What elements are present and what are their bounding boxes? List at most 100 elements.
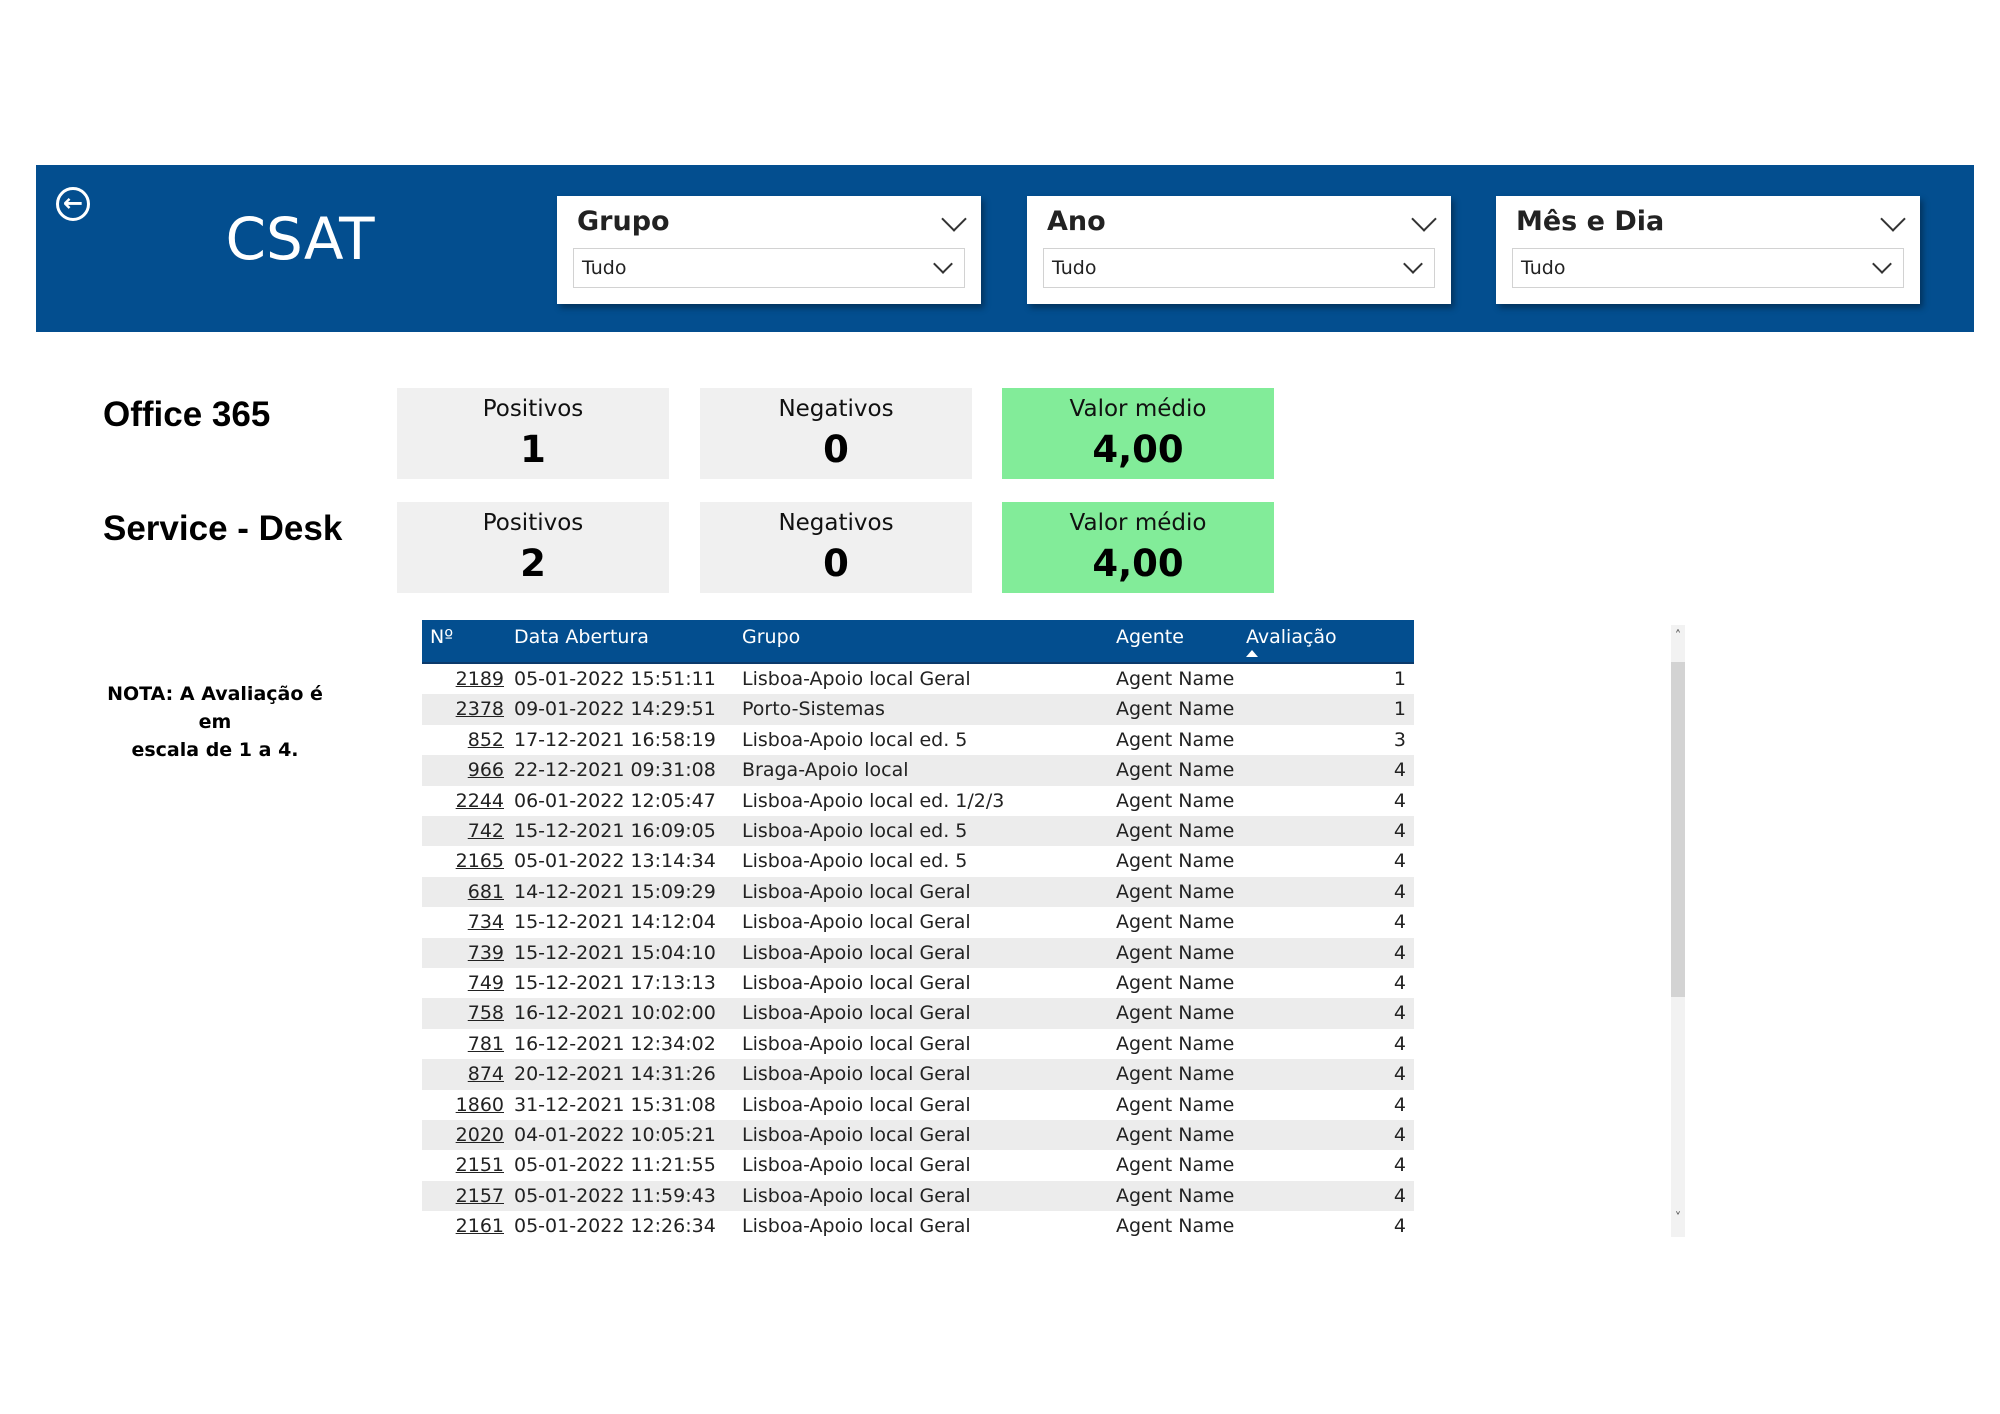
kpi-card-positivos: Positivos 2 [397,502,669,593]
back-arrow-icon[interactable]: ← [56,187,90,221]
row-rating: 4 [1393,911,1406,934]
table-row[interactable]: 758 16-12-2021 10:02:00 Lisboa-Apoio local… [422,998,1414,1029]
row-number-link[interactable]: 2244 [456,790,504,812]
row-group: Lisboa-Apoio local Geral [742,1032,971,1055]
table-row[interactable]: 2244 06-01-2022 12:05:47 Lisboa-Apoio loca… [422,786,1414,816]
slicer-dropdown[interactable]: Tudo [1043,248,1435,288]
slicer-value: Tudo [1052,257,1097,279]
row-number-link[interactable]: 2020 [456,1124,504,1146]
chevron-down-icon[interactable] [1880,206,1906,232]
row-rating: 4 [1393,1154,1406,1177]
column-header-no[interactable]: Nº [430,626,453,648]
chevron-down-icon[interactable] [941,206,967,232]
table-row[interactable]: 734 15-12-2021 14:12:04 Lisboa-Apoio local… [422,907,1414,937]
row-agent: Agent Name [1116,1184,1235,1207]
note-line: escala de 1 a 4. [131,739,299,761]
column-header-agente[interactable]: Agente [1116,626,1184,648]
row-number-link[interactable]: 739 [468,942,504,964]
row-number-link[interactable]: 2151 [456,1154,504,1176]
row-date: 15-12-2021 16:09:05 [514,820,716,842]
row-number-link[interactable]: 2189 [456,668,504,690]
slicer-dropdown[interactable]: Tudo [573,248,965,288]
table-row[interactable]: 781 16-12-2021 12:34:02 Lisboa-Apoio local… [422,1029,1414,1059]
row-number-link[interactable]: 758 [468,1002,504,1024]
row-agent: Agent Name [1116,972,1235,994]
section-label-service-desk: Service - Desk [103,509,343,548]
kpi-card-valor-medio: Valor médio 4,00 [1002,388,1274,479]
chevron-down-icon[interactable] [1403,254,1423,274]
slicer-value: Tudo [582,257,627,279]
row-number-link[interactable]: 966 [468,759,504,781]
table-header: Nº Data Abertura Grupo Agente Avaliação [422,620,1414,664]
scrollbar-thumb[interactable] [1671,662,1685,997]
row-group: Lisboa-Apoio local Geral [742,668,971,690]
table-row[interactable]: 2161 05-01-2022 12:26:34 Lisboa-Apoio loca… [422,1211,1414,1241]
slicer-title: Ano [1047,206,1106,237]
slicer-mes-dia[interactable]: Mês e Dia Tudo [1496,196,1920,304]
row-number-link[interactable]: 2378 [456,698,504,720]
row-rating: 4 [1393,941,1406,964]
table-row[interactable]: 2378 09-01-2022 14:29:51 Porto-Sistemas Age… [422,694,1414,725]
row-number-link[interactable]: 2161 [456,1215,504,1237]
chevron-down-icon[interactable] [933,254,953,274]
row-rating: 4 [1393,789,1406,812]
row-rating: 3 [1393,728,1406,751]
scroll-down-icon[interactable]: ˅ [1671,1212,1685,1226]
row-agent: Agent Name [1116,1002,1235,1025]
row-group: Lisboa-Apoio local Geral [742,1124,971,1146]
row-agent: Agent Name [1116,728,1235,751]
table-row[interactable]: 739 15-12-2021 15:04:10 Lisboa-Apoio local… [422,937,1414,968]
table-row[interactable]: 2020 04-01-2022 10:05:21 Lisboa-Apoio loca… [422,1120,1414,1151]
table-row[interactable]: 2165 05-01-2022 13:14:34 Lisboa-Apoio loca… [422,846,1414,876]
kpi-value: 0 [823,428,849,471]
row-number-link[interactable]: 1860 [456,1094,504,1116]
chevron-down-icon[interactable] [1872,254,1892,274]
row-date: 09-01-2022 14:29:51 [514,698,716,721]
row-group: Lisboa-Apoio local Geral [742,1215,971,1238]
row-rating: 4 [1393,1032,1406,1055]
kpi-value: 4,00 [1092,542,1184,585]
table-row[interactable]: 874 20-12-2021 14:31:26 Lisboa-Apoio local… [422,1059,1414,1090]
row-rating: 4 [1393,759,1406,782]
row-date: 16-12-2021 12:34:02 [514,1032,716,1055]
row-group: Lisboa-Apoio local Geral [742,1002,971,1025]
row-number-link[interactable]: 742 [468,820,504,842]
chevron-down-icon[interactable] [1411,206,1437,232]
table-row[interactable]: 742 15-12-2021 16:09:05 Lisboa-Apoio local… [422,816,1414,847]
slicer-ano[interactable]: Ano Tudo [1027,196,1451,304]
row-rating: 4 [1393,1093,1406,1116]
kpi-label: Valor médio [1069,510,1207,536]
row-number-link[interactable]: 749 [468,972,504,994]
column-header-data-abertura[interactable]: Data Abertura [514,626,649,648]
row-agent: Agent Name [1116,1032,1235,1055]
row-number-link[interactable]: 781 [468,1033,504,1055]
table-row[interactable]: 2189 05-01-2022 15:51:11 Lisboa-Apoio loca… [422,664,1414,694]
row-agent: Agent Name [1116,850,1235,873]
table-row[interactable]: 966 22-12-2021 09:31:08 Braga-Apoio local A… [422,755,1414,786]
csat-table: Nº Data Abertura Grupo Agente Avaliação … [422,620,1414,1252]
slicer-dropdown[interactable]: Tudo [1512,248,1904,288]
table-row[interactable]: 1860 31-12-2021 15:31:08 Lisboa-Apoio loca… [422,1090,1414,1120]
table-row[interactable]: 2151 05-01-2022 11:21:55 Lisboa-Apoio loca… [422,1150,1414,1180]
row-rating: 4 [1393,850,1406,873]
row-agent: Agent Name [1116,1215,1235,1238]
row-number-link[interactable]: 2157 [456,1185,504,1207]
column-header-grupo[interactable]: Grupo [742,626,800,648]
table-row[interactable]: 2157 05-01-2022 11:59:43 Lisboa-Apoio loca… [422,1180,1414,1212]
row-group: Lisboa-Apoio local Geral [742,972,971,994]
table-row[interactable]: 681 14-12-2021 15:09:29 Lisboa-Apoio local… [422,876,1414,908]
row-rating: 4 [1393,972,1406,994]
slicer-grupo[interactable]: Grupo Tudo [557,196,981,304]
table-row[interactable]: 852 17-12-2021 16:58:19 Lisboa-Apoio local… [422,725,1414,755]
row-number-link[interactable]: 734 [468,911,504,933]
row-number-link[interactable]: 2165 [456,850,504,872]
table-row[interactable]: 749 15-12-2021 17:13:13 Lisboa-Apoio local… [422,968,1414,998]
row-number-link[interactable]: 874 [468,1063,504,1085]
page-title: CSAT [225,205,375,273]
column-header-avaliacao[interactable]: Avaliação [1246,626,1337,648]
scroll-up-icon[interactable]: ˄ [1671,630,1685,644]
row-group: Lisboa-Apoio local ed. 5 [742,820,968,842]
row-number-link[interactable]: 681 [468,881,504,903]
row-number-link[interactable]: 852 [468,729,504,751]
kpi-label: Valor médio [1069,396,1207,422]
